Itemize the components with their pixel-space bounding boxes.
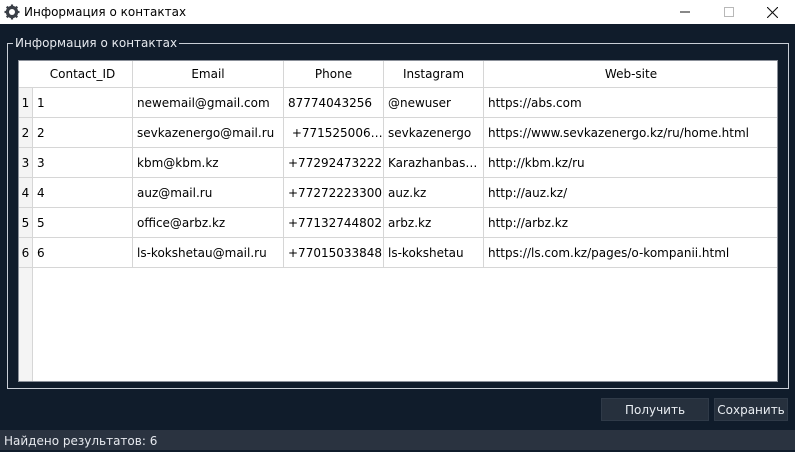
cell-phone[interactable]: +77272223300 (284, 178, 384, 208)
cell-website[interactable]: https://ls.com.kz/pages/o-kompanii.html (484, 238, 777, 268)
close-icon (766, 6, 778, 18)
cell-phone[interactable]: +77015033848 (284, 238, 384, 268)
cell-phone[interactable]: +77132744802 (284, 208, 384, 238)
settings-gear-icon (4, 4, 20, 20)
minimize-icon (680, 11, 690, 13)
cell-email[interactable]: newemail@gmail.com (133, 88, 284, 118)
cell-contact-id[interactable]: 2 (33, 118, 133, 148)
window-title: Информация о контактах (24, 5, 187, 19)
cell-instagram[interactable]: arbz.kz (384, 208, 484, 238)
cell-website[interactable]: https://abs.com (484, 88, 777, 118)
cell-instagram[interactable]: sevkazenergo (384, 118, 484, 148)
save-button[interactable]: Сохранить (714, 398, 788, 421)
main-area: Информация о контактах Contact_ID Email … (0, 24, 795, 440)
cell-email[interactable]: kbm@kbm.kz (133, 148, 284, 178)
column-header-phone[interactable]: Phone (284, 61, 384, 88)
cell-website[interactable]: http://auz.kz/ (484, 178, 777, 208)
maximize-icon (724, 7, 734, 17)
cell-phone[interactable]: 87774043256 (284, 88, 384, 118)
status-text: Найдено результатов: 6 (4, 434, 158, 448)
cell-contact-id[interactable]: 3 (33, 148, 133, 178)
table-corner[interactable] (19, 61, 33, 88)
row-number[interactable]: 3 (19, 148, 33, 178)
minimize-button[interactable] (662, 0, 708, 24)
row-number[interactable]: 6 (19, 238, 33, 268)
cell-contact-id[interactable]: 6 (33, 238, 133, 268)
fetch-data-button[interactable]: Получить данные (601, 398, 709, 440)
cell-website[interactable]: http://arbz.kz (484, 208, 777, 238)
cell-phone[interactable]: +77152500666 (284, 118, 384, 148)
table-row[interactable]: 4 4 auz@mail.ru +77272223300 auz.kz http… (19, 178, 777, 208)
cell-instagram[interactable]: ls-kokshetau (384, 238, 484, 268)
row-number[interactable]: 4 (19, 178, 33, 208)
cell-email[interactable]: ls-kokshetau@mail.ru (133, 238, 284, 268)
maximize-button[interactable] (706, 0, 752, 24)
table-row[interactable]: 3 3 kbm@kbm.kz +77292473222 Karazhanbasm… (19, 148, 777, 178)
cell-contact-id[interactable]: 5 (33, 208, 133, 238)
title-bar: Информация о контактах (0, 0, 795, 24)
cell-email[interactable]: auz@mail.ru (133, 178, 284, 208)
cell-email[interactable]: office@arbz.kz (133, 208, 284, 238)
column-header-email[interactable]: Email (133, 61, 284, 88)
cell-contact-id[interactable]: 1 (33, 88, 133, 118)
cell-email[interactable]: sevkazenergo@mail.ru (133, 118, 284, 148)
table-row[interactable]: 6 6 ls-kokshetau@mail.ru +77015033848 ls… (19, 238, 777, 268)
status-bar: Найдено результатов: 6 (0, 430, 795, 450)
contacts-table[interactable]: Contact_ID Email Phone Instagram Web-sit… (18, 60, 778, 382)
column-header-instagram[interactable]: Instagram (384, 61, 484, 88)
cell-website[interactable]: http://kbm.kz/ru (484, 148, 777, 178)
column-header-contact-id[interactable]: Contact_ID (33, 61, 133, 88)
table-row[interactable]: 1 1 newemail@gmail.com 87774043256 @newu… (19, 88, 777, 118)
cell-instagram[interactable]: auz.kz (384, 178, 484, 208)
cell-instagram[interactable]: @newuser (384, 88, 484, 118)
cell-contact-id[interactable]: 4 (33, 178, 133, 208)
row-number[interactable]: 2 (19, 118, 33, 148)
cell-instagram[interactable]: Karazhanbasm... (384, 148, 484, 178)
close-button[interactable] (749, 0, 795, 24)
row-number[interactable]: 1 (19, 88, 33, 118)
table-row[interactable]: 2 2 sevkazenergo@mail.ru +77152500666 se… (19, 118, 777, 148)
cell-website[interactable]: https://www.sevkazenergo.kz/ru/home.html (484, 118, 777, 148)
table-row[interactable]: 5 5 office@arbz.kz +77132744802 arbz.kz … (19, 208, 777, 238)
group-title: Информация о контактах (13, 36, 180, 50)
column-header-website[interactable]: Web-site (484, 61, 777, 88)
row-number[interactable]: 5 (19, 208, 33, 238)
cell-phone[interactable]: +77292473222 (284, 148, 384, 178)
